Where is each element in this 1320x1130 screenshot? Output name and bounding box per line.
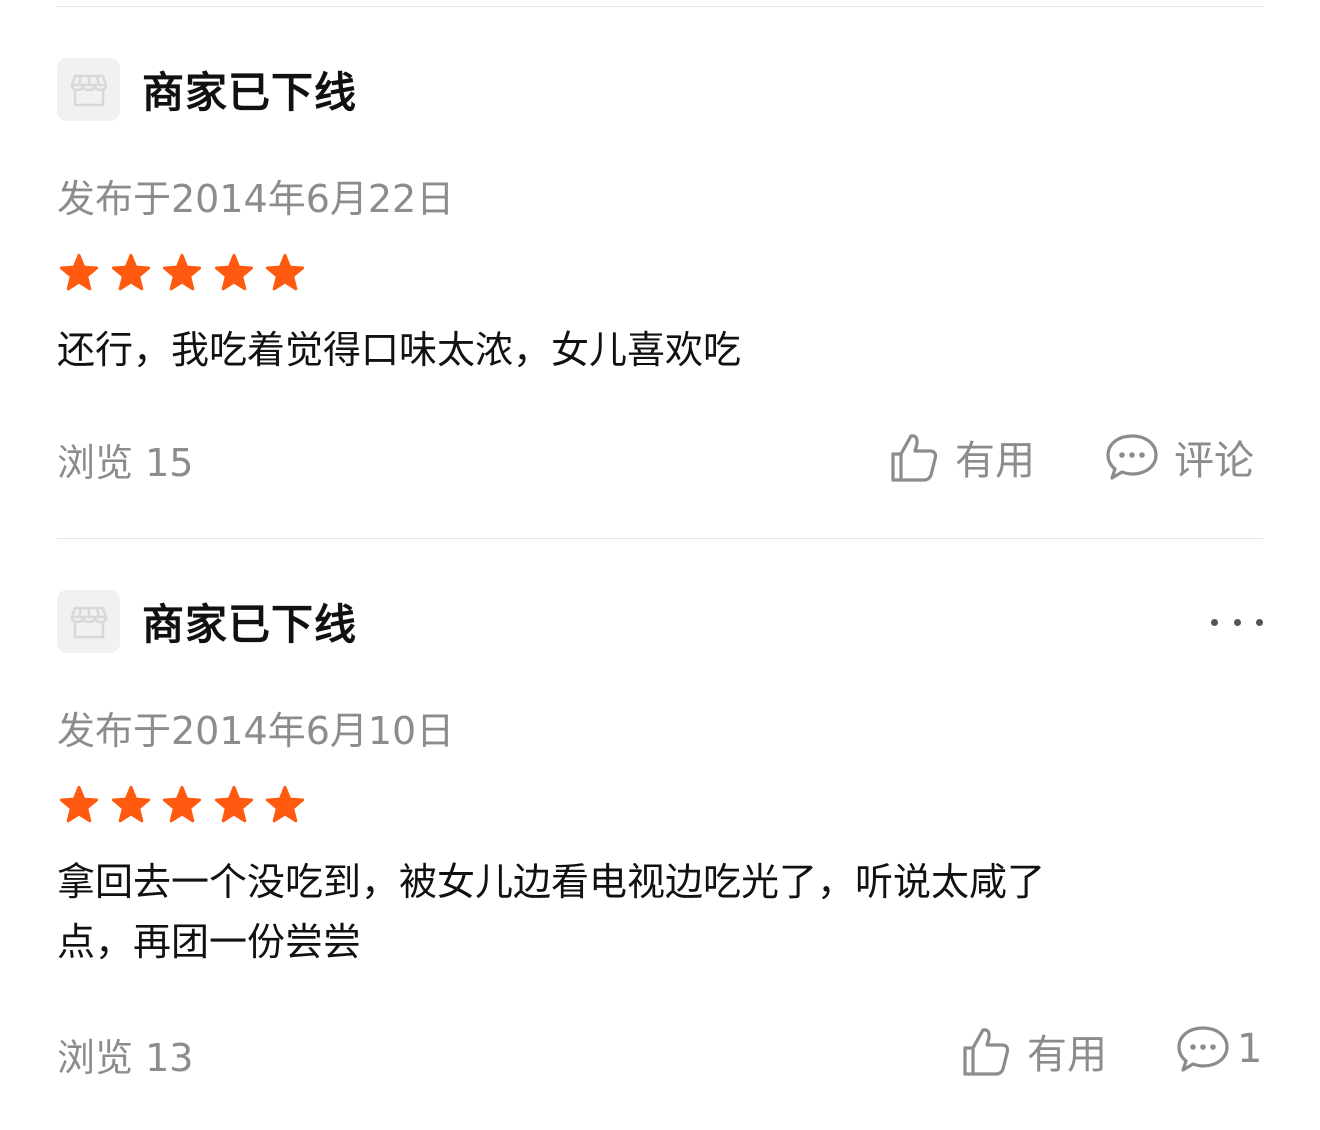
merchant-row[interactable]: 商家已下线	[57, 590, 357, 653]
more-dot	[1211, 618, 1218, 626]
store-icon	[57, 58, 120, 121]
more-dot	[1233, 618, 1241, 626]
helpful-label: 有用	[955, 438, 1035, 484]
star-rating	[57, 252, 315, 296]
views-label: 浏览	[57, 441, 134, 485]
review-divider	[57, 538, 1263, 539]
star-icon	[214, 785, 253, 823]
comment-button[interactable]: 1	[1175, 1022, 1262, 1076]
thumbs-up-icon	[891, 434, 938, 482]
review-content[interactable]: 还行，我吃着觉得口味太浓，女儿喜欢吃	[57, 320, 1257, 380]
comment-label: 评论	[1174, 438, 1254, 484]
views-value: 15	[145, 441, 194, 485]
views-value: 13	[145, 1036, 194, 1080]
star-icon	[162, 253, 202, 291]
review-content[interactable]: 拿回去一个没吃到，被女儿边看电视边吃光了，听说太咸了 点，再团一份尝尝	[57, 852, 1257, 972]
publish-date: 发布于2014年6月22日	[57, 177, 455, 221]
helpful-button[interactable]: 有用	[889, 428, 1035, 486]
helpful-button[interactable]: 有用	[961, 1022, 1107, 1080]
helpful-label: 有用	[1027, 1032, 1107, 1078]
view-count: 浏览 15	[57, 432, 193, 487]
store-icon	[57, 590, 120, 653]
star-icon	[214, 253, 253, 291]
merchant-name[interactable]: 商家已下线	[142, 59, 357, 120]
thumbs-up-icon	[963, 1028, 1010, 1076]
star-rating	[57, 784, 315, 828]
more-dot	[1256, 618, 1263, 626]
star-icon	[59, 253, 99, 291]
star-icon	[265, 253, 305, 291]
top-divider	[57, 6, 1263, 7]
publish-date: 发布于2014年6月10日	[57, 709, 455, 753]
more-icon[interactable]	[1211, 608, 1263, 636]
star-icon	[265, 785, 305, 823]
merchant-row[interactable]: 商家已下线	[57, 58, 357, 121]
star-icon	[111, 253, 150, 291]
comment-icon	[1106, 434, 1158, 480]
star-icon	[162, 785, 202, 823]
comment-count: 1	[1237, 1026, 1263, 1072]
review-card: 商家已下线 发布于2014年6月10日 拿回去一个没吃到，被女儿边看电视边吃光了…	[57, 590, 1263, 1090]
merchant-name[interactable]: 商家已下线	[142, 591, 357, 652]
comment-icon	[1177, 1026, 1229, 1072]
views-label: 浏览	[57, 1036, 134, 1080]
star-icon	[59, 785, 99, 823]
star-icon	[111, 785, 150, 823]
view-count: 浏览 13	[57, 1027, 193, 1082]
comment-button[interactable]: 评论	[1104, 428, 1254, 486]
review-card: 商家已下线 发布于2014年6月22日 还行，我吃着觉得口味太浓，女儿喜欢吃 浏…	[57, 58, 1263, 488]
